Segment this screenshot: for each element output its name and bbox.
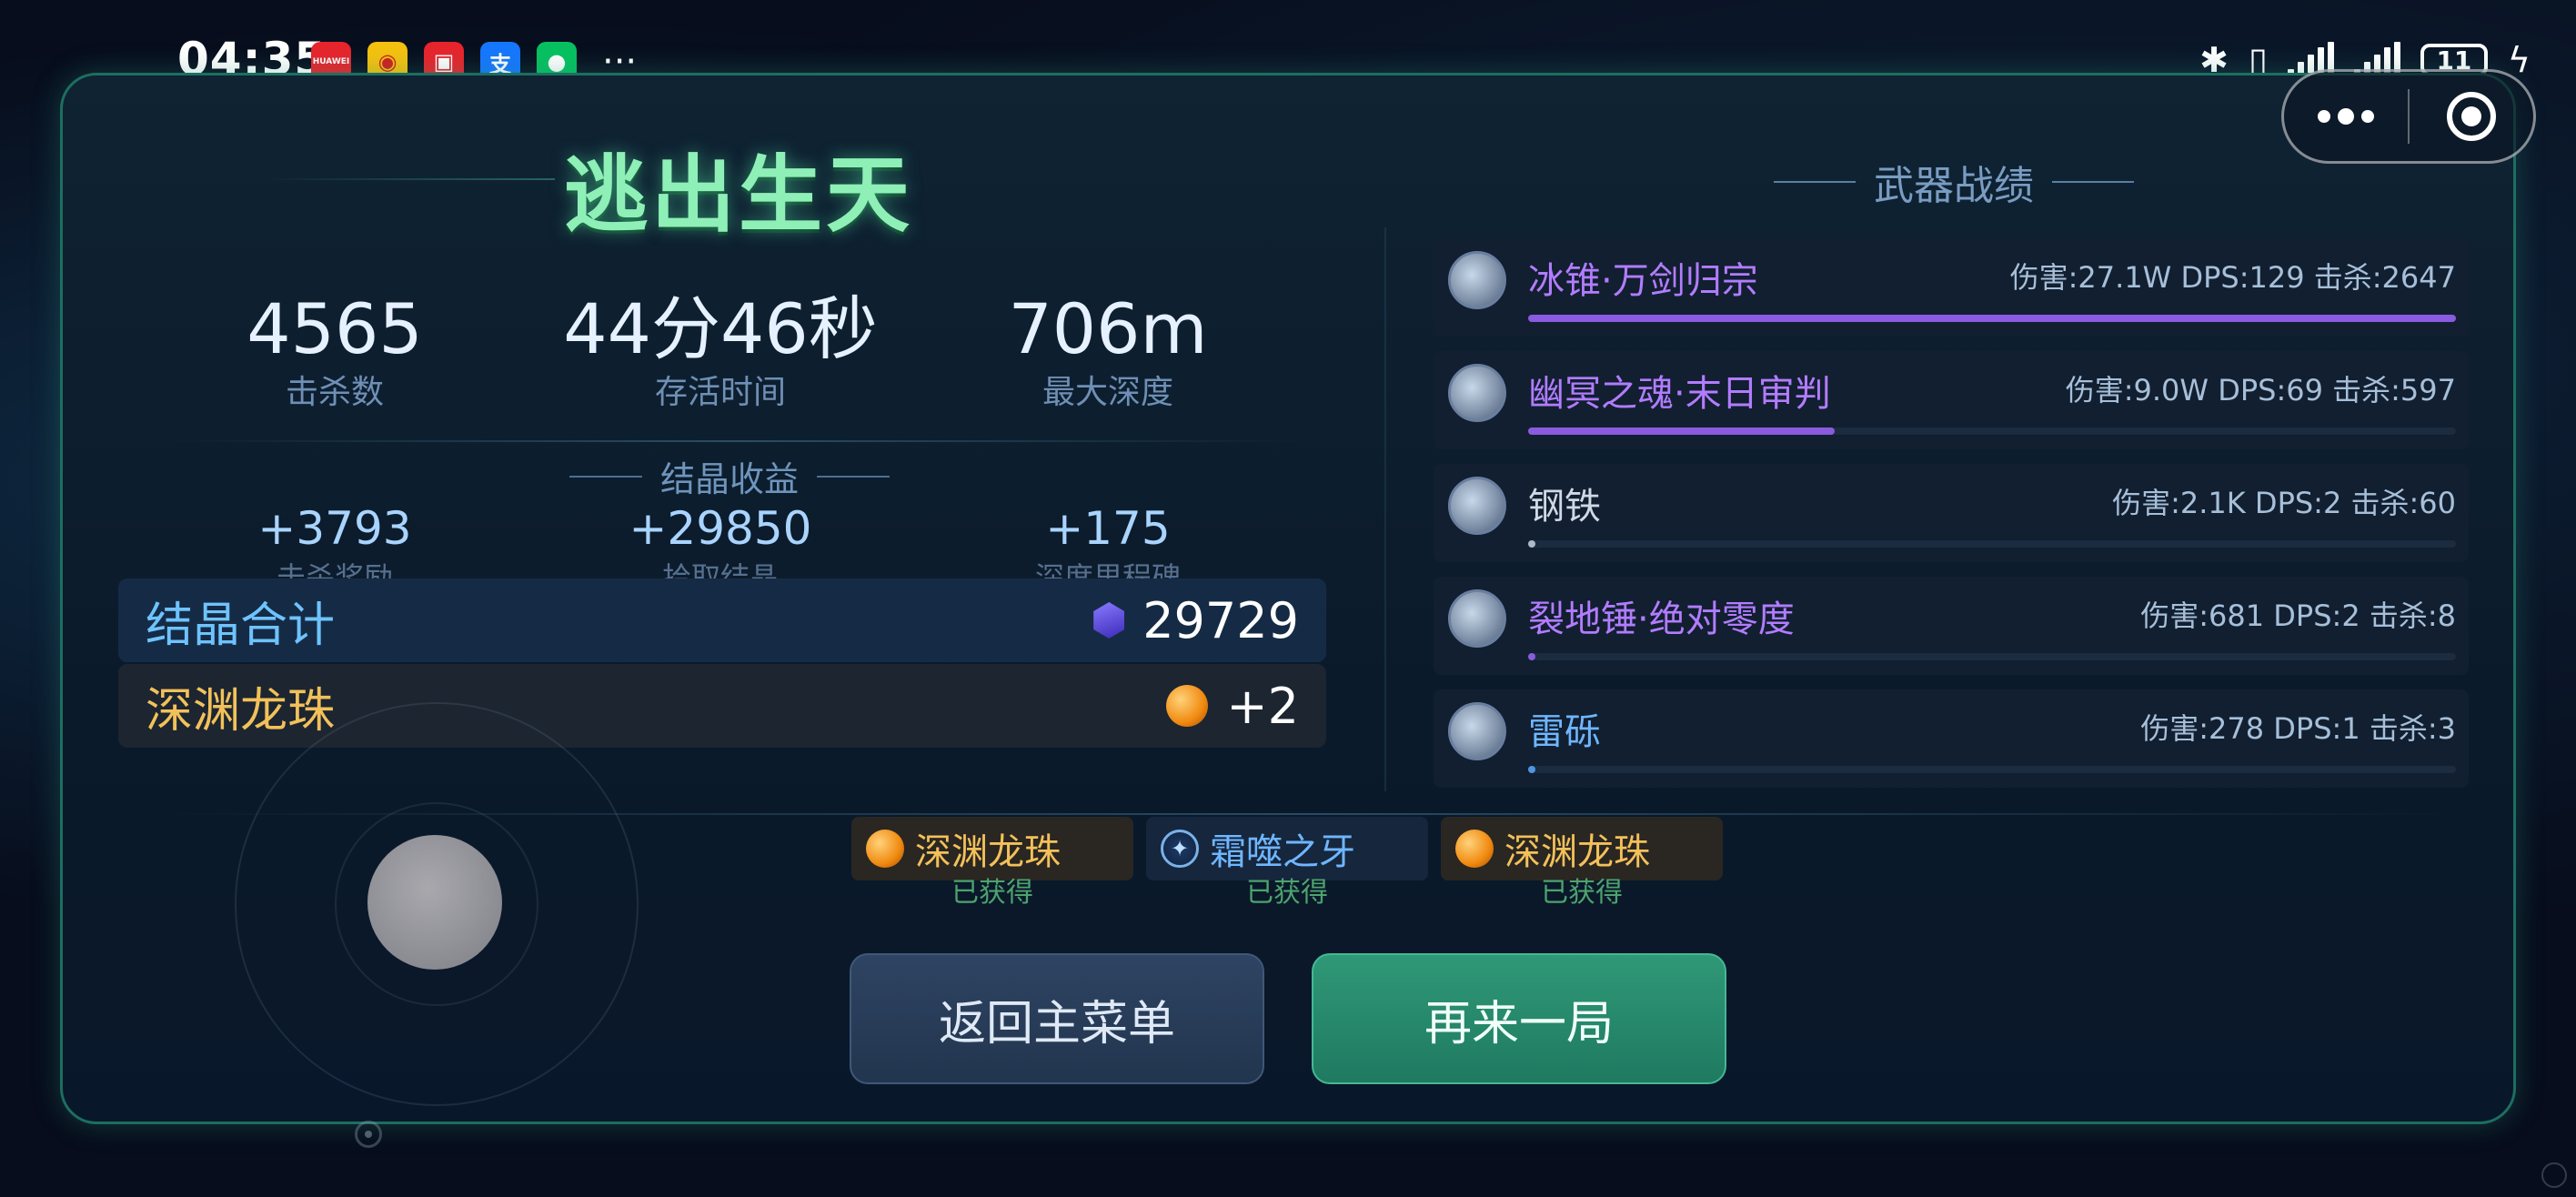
weapon-card: 雷砾 伤害:278 DPS:1 击杀:3 <box>1434 689 2469 788</box>
stat-max-depth: 706m 最大深度 <box>1008 288 1208 412</box>
weapon-damage-bar <box>1528 428 1835 435</box>
weapon-card: 裂地锤·绝对零度 伤害:681 DPS:2 击杀:8 <box>1434 577 2469 675</box>
orb-icon <box>1455 830 1494 868</box>
capsule-more-button[interactable] <box>2284 108 2408 125</box>
corner-dot-icon <box>2541 1162 2567 1188</box>
crystal-gain-heading: 结晶收益 <box>569 451 891 501</box>
weapon-damage-bar <box>1528 540 1535 548</box>
weapon-damage-bar <box>1528 766 1535 773</box>
hammer-weapon-icon <box>1448 589 1506 648</box>
ghost-soul-weapon-icon <box>1448 364 1506 422</box>
reward-status: 已获得 <box>951 877 1033 909</box>
reward-status: 已获得 <box>1246 877 1328 909</box>
weapon-damage-bar <box>1528 653 1535 660</box>
weapon-card: 钢铁 伤害:2.1K DPS:2 击杀:60 <box>1434 464 2469 562</box>
weapon-card: 冰锥·万剑归宗 伤害:27.1W DPS:129 击杀:2647 <box>1434 238 2469 337</box>
more-notifications-icon: ··· <box>602 41 638 83</box>
thunder-gravel-weapon-icon <box>1448 702 1506 760</box>
stat-kills: 4565 击杀数 <box>247 288 423 412</box>
weapon-damage-bar <box>1528 315 2456 322</box>
close-target-icon <box>2447 92 2497 141</box>
crystal-total-row: 结晶合计 29729 <box>118 578 1326 662</box>
weapon-stats-heading: 武器战绩 <box>1774 153 2134 211</box>
play-again-button[interactable]: 再来一局 <box>1312 953 1726 1084</box>
stat-survival-time: 44分46秒 存活时间 <box>563 288 878 412</box>
floating-dot-icon <box>355 1121 382 1148</box>
mini-program-capsule <box>2281 69 2536 164</box>
frost-fang-icon: ✦ <box>1161 830 1199 868</box>
weapon-card: 幽冥之魂·末日审判 伤害:9.0W DPS:69 击杀:597 <box>1434 351 2469 449</box>
crystal-gem-icon <box>1093 602 1125 639</box>
steel-weapon-icon <box>1448 477 1506 535</box>
capsule-close-button[interactable] <box>2410 92 2533 141</box>
reward-status: 已获得 <box>1541 877 1623 909</box>
page-title: 逃出生天 <box>564 146 914 244</box>
orb-total-row: 深渊龙珠 +2 <box>118 664 1326 748</box>
return-main-menu-button[interactable]: 返回主菜单 <box>850 953 1264 1084</box>
joystick-knob[interactable] <box>367 835 502 970</box>
ice-cone-weapon-icon <box>1448 251 1506 309</box>
abyss-orb-icon <box>1166 685 1209 727</box>
orb-icon <box>866 830 904 868</box>
